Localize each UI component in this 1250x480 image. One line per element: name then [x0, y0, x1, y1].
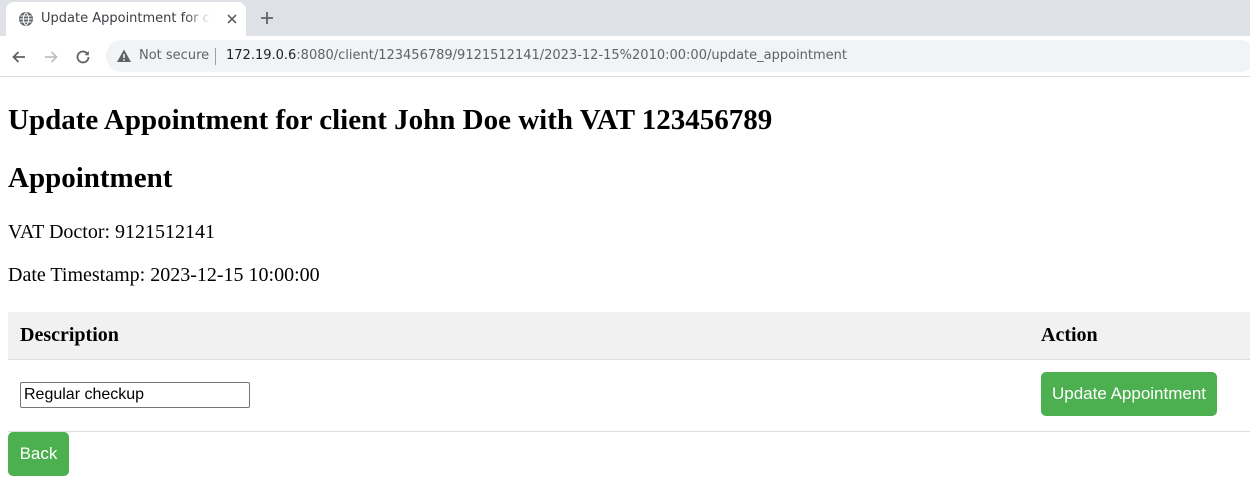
- warning-icon[interactable]: [116, 48, 132, 64]
- url-text[interactable]: 172.19.0.6:8080/client/123456789/9121512…: [226, 48, 847, 63]
- new-tab-icon[interactable]: [258, 9, 276, 27]
- column-header-action: Action: [1041, 324, 1098, 346]
- tab-title: Update Appointment for client John Doe: [41, 11, 211, 26]
- column-header-description: Description: [20, 324, 119, 346]
- browser-tab[interactable]: Update Appointment for client John Doe: [6, 2, 246, 36]
- description-input[interactable]: [20, 382, 250, 408]
- page-title: Update Appointment for client John Doe w…: [8, 104, 773, 136]
- divider: [215, 48, 216, 65]
- date-timestamp-text: Date Timestamp: 2023-12-15 10:00:00: [8, 264, 320, 286]
- security-label[interactable]: Not secure: [139, 48, 209, 63]
- forward-arrow-icon[interactable]: [42, 48, 60, 66]
- back-arrow-icon[interactable]: [10, 48, 28, 66]
- browser-toolbar: Not secure 172.19.0.6:8080/client/123456…: [0, 36, 1250, 77]
- section-title: Appointment: [8, 162, 173, 194]
- vat-doctor-text: VAT Doctor: 9121512141: [8, 221, 216, 243]
- url-path: :8080/client/123456789/9121512141/2023-1…: [296, 48, 848, 63]
- address-bar[interactable]: Not secure 172.19.0.6:8080/client/123456…: [106, 40, 1250, 72]
- update-appointment-button[interactable]: Update Appointment: [1041, 372, 1217, 416]
- globe-icon: [19, 12, 33, 26]
- table-header: Description Action: [8, 312, 1250, 360]
- back-button[interactable]: Back: [8, 432, 69, 476]
- url-host: 172.19.0.6: [226, 48, 297, 63]
- close-icon[interactable]: [224, 11, 240, 27]
- reload-icon[interactable]: [74, 48, 92, 66]
- table-row: Update Appointment: [8, 360, 1250, 432]
- browser-tabstrip: Update Appointment for client John Doe: [0, 0, 1250, 36]
